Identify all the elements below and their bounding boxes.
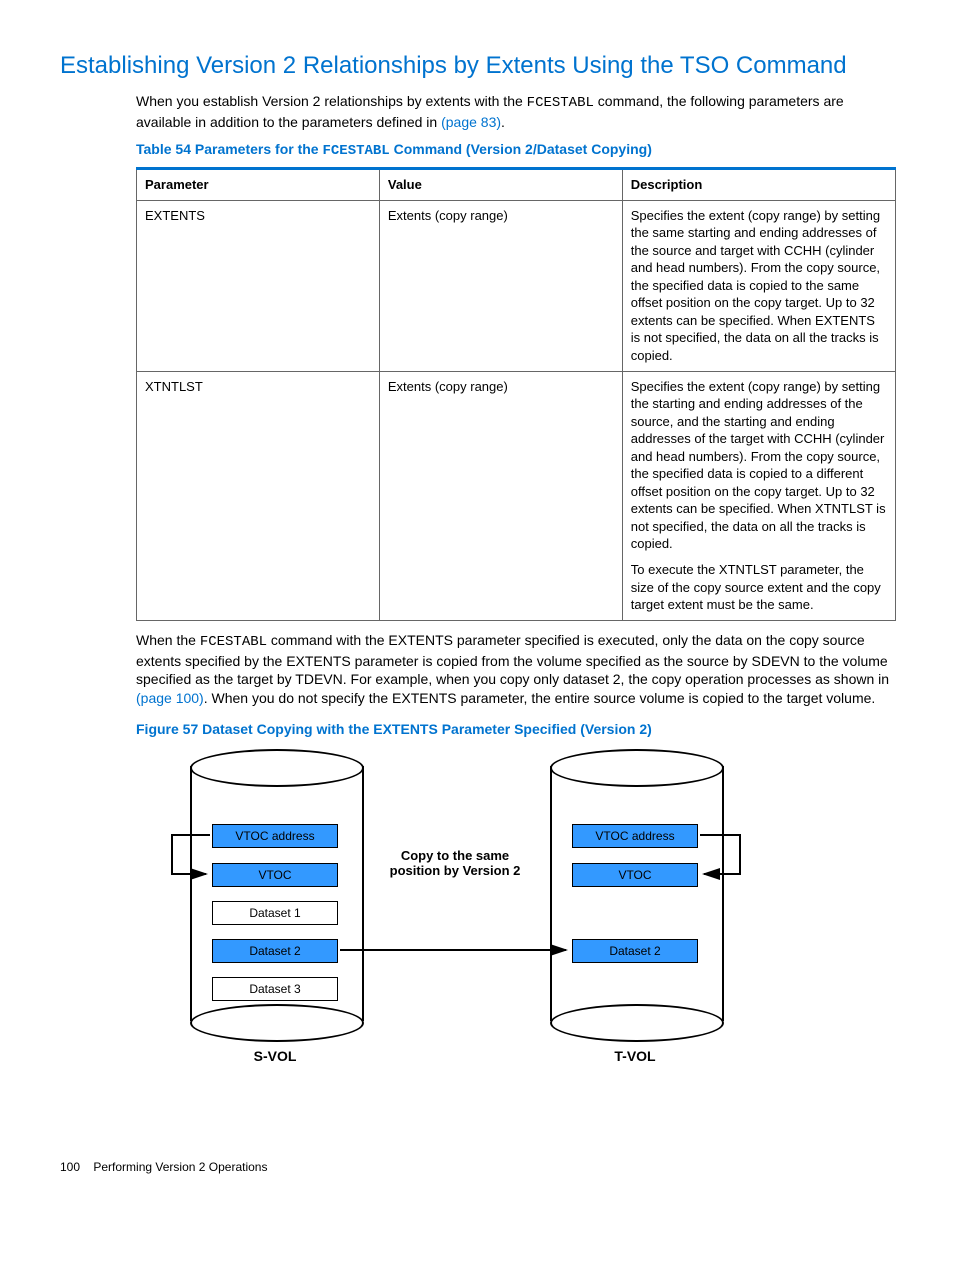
cylinder-body xyxy=(550,766,724,1021)
para-cmd: FCESTABL xyxy=(200,634,267,650)
page-link-83[interactable]: (page 83) xyxy=(441,114,501,130)
table-row: EXTENTS Extents (copy range) Specifies t… xyxy=(137,200,896,371)
table-header-row: Parameter Value Description xyxy=(137,169,896,201)
tvol-vtoc-address: VTOC address xyxy=(572,824,698,848)
cell-desc: Specifies the extent (copy range) by set… xyxy=(622,371,895,620)
footer-section: Performing Version 2 Operations xyxy=(93,1160,267,1174)
tvol-dataset-2: Dataset 2 xyxy=(572,939,698,963)
desc-text: To execute the XTNTLST parameter, the si… xyxy=(631,561,887,614)
cell-value: Extents (copy range) xyxy=(379,200,622,371)
cell-param: EXTENTS xyxy=(137,200,380,371)
desc-text: Specifies the extent (copy range) by set… xyxy=(631,207,887,365)
table-caption-post: Command (Version 2/Dataset Copying) xyxy=(390,141,652,157)
cell-param: XTNTLST xyxy=(137,371,380,620)
page-link-100[interactable]: (page 100) xyxy=(136,690,204,706)
body-paragraph: When the FCESTABL command with the EXTEN… xyxy=(136,631,894,709)
section-heading: Establishing Version 2 Relationships by … xyxy=(60,50,894,82)
col-parameter: Parameter xyxy=(137,169,380,201)
intro-text-pre: When you establish Version 2 relationshi… xyxy=(136,93,527,109)
col-value: Value xyxy=(379,169,622,201)
svol-dataset-2: Dataset 2 xyxy=(212,939,338,963)
tvol-label: T-VOL xyxy=(550,1047,720,1066)
figure-caption: Figure 57 Dataset Copying with the EXTEN… xyxy=(136,720,894,739)
intro-cmd: FCESTABL xyxy=(527,95,594,111)
para-text-pre: When the xyxy=(136,632,200,648)
cell-desc: Specifies the extent (copy range) by set… xyxy=(622,200,895,371)
tvol-vtoc: VTOC xyxy=(572,863,698,887)
figure-diagram: VTOC address VTOC Dataset 1 Dataset 2 Da… xyxy=(160,749,800,1079)
page-footer: 100 Performing Version 2 Operations xyxy=(60,1159,894,1175)
cylinder-bottom xyxy=(190,1004,364,1042)
page-number: 100 xyxy=(60,1160,80,1174)
cylinder-bottom xyxy=(550,1004,724,1042)
table-caption-cmd: FCESTABL xyxy=(322,143,389,159)
cylinder-top xyxy=(190,749,364,787)
svol-dataset-3: Dataset 3 xyxy=(212,977,338,1001)
svol-dataset-1: Dataset 1 xyxy=(212,901,338,925)
svol-label: S-VOL xyxy=(190,1047,360,1066)
intro-paragraph: When you establish Version 2 relationshi… xyxy=(136,92,894,132)
col-description: Description xyxy=(622,169,895,201)
svol-vtoc: VTOC xyxy=(212,863,338,887)
table-caption-pre: Table 54 Parameters for the xyxy=(136,141,322,157)
parameters-table: Parameter Value Description EXTENTS Exte… xyxy=(136,167,896,621)
table-row: XTNTLST Extents (copy range) Specifies t… xyxy=(137,371,896,620)
cell-value: Extents (copy range) xyxy=(379,371,622,620)
table-caption: Table 54 Parameters for the FCESTABL Com… xyxy=(136,140,894,161)
intro-text-post: . xyxy=(501,114,505,130)
cylinder-top xyxy=(550,749,724,787)
svol-vtoc-address: VTOC address xyxy=(212,824,338,848)
desc-text: Specifies the extent (copy range) by set… xyxy=(631,378,887,553)
para-text-post: . When you do not specify the EXTENTS pa… xyxy=(204,690,876,706)
copy-caption: Copy to the same position by Version 2 xyxy=(385,849,525,879)
